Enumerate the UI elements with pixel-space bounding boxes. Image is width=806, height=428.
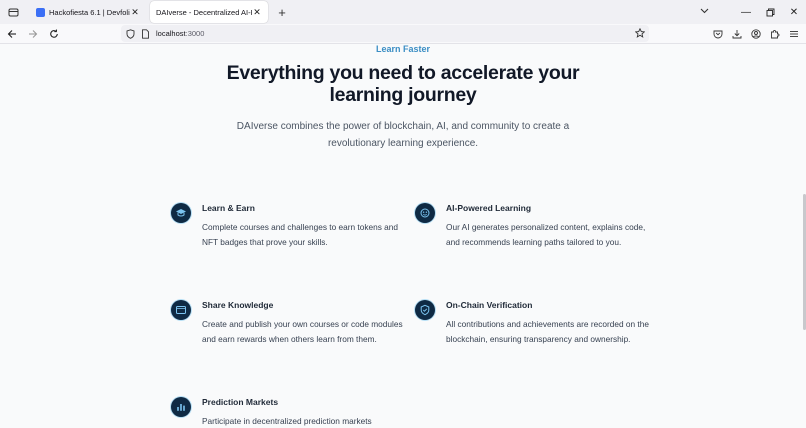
extensions-button[interactable]	[767, 26, 783, 42]
back-button[interactable]	[3, 25, 21, 43]
restore-icon	[766, 8, 774, 16]
hamburger-menu-icon	[790, 31, 798, 37]
feature-title: Learn & Earn	[202, 203, 255, 213]
tab-title: Hackofiesta 6.1 | Devfolio	[49, 7, 130, 17]
arrow-left-icon	[7, 29, 16, 38]
puzzle-icon	[771, 29, 780, 39]
download-icon	[732, 30, 742, 39]
reload-icon	[50, 29, 58, 38]
section-eyebrow: Learn Faster	[375, 44, 431, 54]
devfolio-favicon-icon	[36, 7, 45, 17]
close-icon[interactable]: ✕	[130, 7, 140, 18]
tab-list-icon	[8, 8, 18, 16]
feature-title: Prediction Markets	[202, 397, 279, 407]
tab-daiverse[interactable]: DAIverse - Decentralized AI-Powered ✕	[150, 1, 268, 23]
close-window-button[interactable]: ✕	[782, 0, 806, 24]
feature-description: Complete courses and challenges to earn …	[202, 222, 399, 247]
shield-check-icon	[415, 300, 435, 320]
feature-description: Participate in decentralized prediction …	[202, 416, 372, 426]
downloads-button[interactable]	[729, 26, 745, 42]
bookmark-star-icon[interactable]	[635, 28, 645, 38]
minimize-button[interactable]: —	[734, 0, 758, 24]
bar-chart-icon	[171, 397, 191, 417]
feature-title: On-Chain Verification	[446, 300, 533, 310]
address-bar[interactable]: localhost:3000	[121, 25, 649, 42]
tab-bar: Hackofiesta 6.1 | Devfolio ✕ DAIverse - …	[0, 0, 806, 24]
tab-list-button[interactable]	[2, 1, 24, 23]
url-host: localhost	[156, 29, 186, 38]
share-window-icon	[171, 300, 191, 320]
list-all-tabs-button[interactable]	[696, 3, 712, 19]
feature-description: Create and publish your own courses or c…	[202, 319, 403, 344]
feature-title: AI-Powered Learning	[446, 203, 532, 213]
minimize-icon: —	[741, 6, 751, 18]
url-text: localhost:3000	[156, 29, 204, 38]
page-icon	[142, 28, 149, 39]
pocket-button[interactable]	[710, 26, 726, 42]
feature-description: Our AI generates personalized content, e…	[446, 222, 646, 247]
chevron-down-icon	[700, 8, 708, 14]
url-port: :3000	[185, 29, 205, 38]
navigation-toolbar: localhost:3000	[0, 24, 806, 44]
arrow-right-icon	[29, 29, 38, 38]
forward-button[interactable]	[24, 25, 42, 43]
close-icon: ✕	[789, 6, 799, 18]
section-headline: Everything you need to accelerate your l…	[226, 62, 580, 106]
shield-icon	[126, 28, 135, 39]
ai-brain-icon	[415, 203, 435, 223]
reload-button[interactable]	[45, 25, 63, 43]
feature-title: Share Knowledge	[202, 300, 274, 310]
restore-button[interactable]	[758, 0, 782, 24]
account-button[interactable]	[748, 26, 764, 42]
graduation-cap-icon	[171, 203, 191, 223]
tab-title: DAIverse - Decentralized AI-Powered	[156, 7, 252, 17]
pocket-icon	[713, 30, 723, 39]
menu-button[interactable]	[786, 26, 802, 42]
section-subhead: DAIverse combines the power of blockchai…	[236, 121, 570, 149]
close-icon[interactable]: ✕	[252, 7, 262, 18]
tab-devfolio[interactable]: Hackofiesta 6.1 | Devfolio ✕	[30, 1, 146, 23]
account-icon	[751, 29, 761, 39]
page-viewport: Learn Faster Everything you need to acce…	[0, 44, 806, 428]
plus-icon: +	[278, 4, 286, 20]
feature-description: All contributions and achievements are r…	[446, 319, 649, 344]
new-tab-button[interactable]: +	[272, 2, 292, 22]
